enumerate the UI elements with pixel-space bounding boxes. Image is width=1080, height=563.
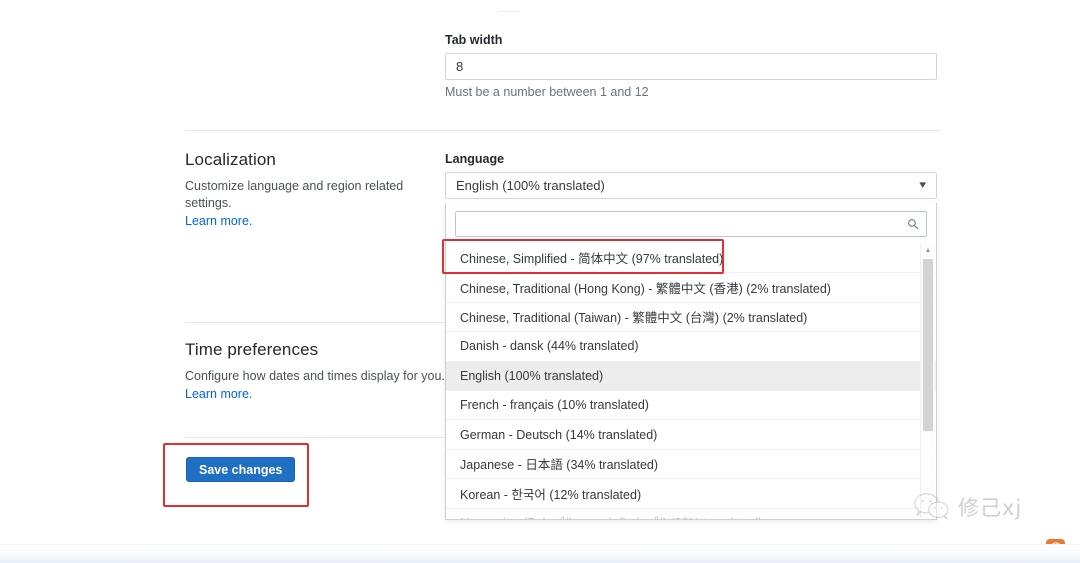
tab-width-label: Tab width [445, 33, 503, 47]
language-select[interactable]: English (100% translated) ▾ [445, 172, 937, 199]
tab-width-help-text: Must be a number between 1 and 12 [445, 85, 649, 99]
dropdown-option-english[interactable]: English (100% translated) [446, 360, 936, 390]
bottom-ui-strip [0, 544, 1080, 563]
scroll-up-arrow-icon[interactable]: ▲ [921, 243, 935, 257]
language-select-value: English (100% translated) [456, 178, 605, 193]
clipped-top-element [498, 2, 520, 12]
language-dropdown-panel[interactable]: Chinese, Simplified - 简体中文 (97% translat… [445, 203, 937, 520]
watermark-text: 修己xj [958, 496, 1023, 520]
dropdown-option-norwegian[interactable]: Norwegian (Bokmål) - norsk (bokmål) (20%… [446, 507, 936, 519]
dropdown-option-french[interactable]: French - français (10% translated) [446, 389, 936, 419]
time-preferences-section: Time preferences Configure how dates and… [185, 340, 453, 401]
chevron-down-icon: ▾ [919, 179, 927, 191]
time-preferences-title: Time preferences [185, 340, 319, 359]
dropdown-option-chinese-traditional-hk[interactable]: Chinese, Traditional (Hong Kong) - 繁體中文 … [446, 272, 936, 301]
dropdown-option-japanese[interactable]: Japanese - 日本語 (34% translated) [446, 448, 936, 478]
time-preferences-description: Configure how dates and times display fo… [185, 369, 445, 383]
tab-width-input[interactable] [445, 53, 937, 80]
dropdown-option-chinese-traditional-tw[interactable]: Chinese, Traditional (Taiwan) - 繁體中文 (台灣… [446, 301, 936, 331]
dropdown-option-german[interactable]: German - Deutsch (14% translated) [446, 419, 936, 448]
dropdown-scrollbar[interactable]: ▲ [920, 243, 935, 518]
localization-description: Customize language and region related se… [185, 179, 404, 210]
section-divider-top [185, 130, 940, 131]
localization-learn-more-link[interactable]: Learn more. [185, 214, 252, 228]
time-preferences-learn-more-link[interactable]: Learn more. [185, 387, 252, 401]
section-divider-bottom [185, 437, 447, 438]
section-divider-middle [185, 322, 447, 323]
dropdown-option-korean[interactable]: Korean - 한국어 (12% translated) [446, 478, 936, 507]
localization-section: Localization Customize language and regi… [185, 150, 453, 228]
dropdown-option-danish[interactable]: Danish - dansk (44% translated) [446, 331, 936, 360]
dropdown-option-chinese-simplified[interactable]: Chinese, Simplified - 简体中文 (97% translat… [446, 243, 936, 272]
settings-page: Tab width Must be a number between 1 and… [0, 0, 1080, 563]
save-changes-button[interactable]: Save changes [186, 457, 296, 482]
localization-title: Localization [185, 150, 276, 169]
dropdown-search-input[interactable] [455, 211, 927, 237]
dropdown-search-wrapper [455, 211, 927, 237]
language-label: Language [445, 152, 505, 166]
dropdown-scrollbar-thumb[interactable] [923, 259, 933, 431]
language-option-list[interactable]: Chinese, Simplified - 简体中文 (97% translat… [446, 243, 936, 519]
